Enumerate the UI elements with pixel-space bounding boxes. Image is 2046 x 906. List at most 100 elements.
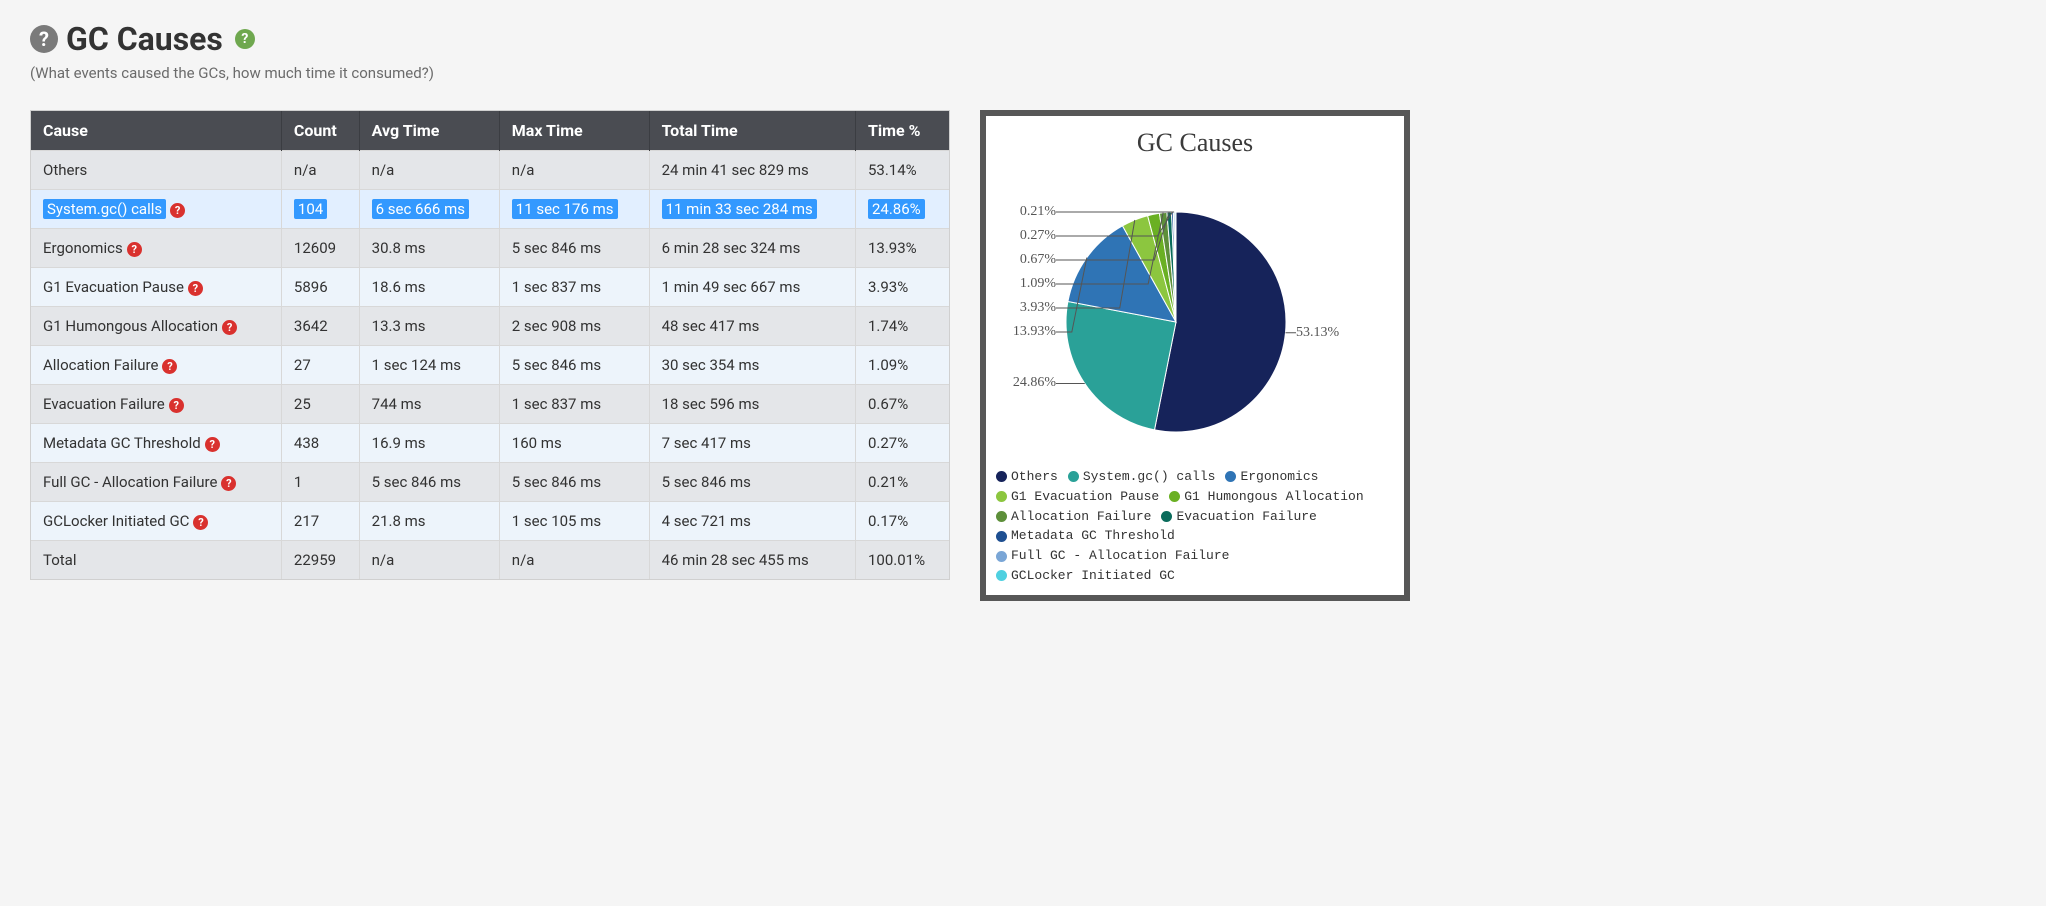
legend-label: Ergonomics [1240,468,1318,486]
cell-max: 11 sec 176 ms [499,190,649,229]
row-help-icon[interactable]: ? [162,359,177,374]
table-row[interactable]: Othersn/an/an/a24 min 41 sec 829 ms53.14… [31,151,949,190]
col-total-time[interactable]: Total Time [649,111,855,151]
cell-avg: 744 ms [359,385,499,424]
cell-pct: 0.67% [855,385,949,424]
legend-swatch [996,471,1007,482]
slice-label: 13.93% [1013,324,1056,340]
legend-item[interactable]: Metadata GC Threshold [996,527,1175,545]
legend-label: Others [1011,468,1058,486]
section-help-icon[interactable]: ? [235,29,255,49]
selected-text: 11 min 33 sec 284 ms [662,199,817,219]
cell-total: 11 min 33 sec 284 ms [649,190,855,229]
legend-label: Metadata GC Threshold [1011,527,1175,545]
cell-count: 27 [281,346,359,385]
cell-total: 18 sec 596 ms [649,385,855,424]
col-max-time[interactable]: Max Time [499,111,649,151]
legend-item[interactable]: System.gc() calls [1068,468,1216,486]
cell-avg: n/a [359,151,499,190]
legend-label: G1 Evacuation Pause [1011,488,1159,506]
cell-total: 46 min 28 sec 455 ms [649,541,855,580]
page-title: GC Causes [66,20,223,58]
row-help-icon[interactable]: ? [222,320,237,335]
cell-max: 5 sec 846 ms [499,463,649,502]
row-help-icon[interactable]: ? [127,242,142,257]
cell-cause: Ergonomics? [31,229,281,268]
row-help-icon[interactable]: ? [188,281,203,296]
row-help-icon[interactable]: ? [193,515,208,530]
col-time-[interactable]: Time % [855,111,949,151]
row-help-icon[interactable]: ? [205,437,220,452]
legend-swatch [1169,491,1180,502]
legend-label: Evacuation Failure [1176,508,1316,526]
legend-item[interactable]: G1 Evacuation Pause [996,488,1159,506]
legend-item[interactable]: Ergonomics [1225,468,1318,486]
selected-text: 24.86% [868,199,925,219]
col-count[interactable]: Count [281,111,359,151]
legend-swatch [996,531,1007,542]
cell-pct: 53.14% [855,151,949,190]
table-row[interactable]: Evacuation Failure?25744 ms1 sec 837 ms1… [31,385,949,424]
selected-text: System.gc() calls [43,199,166,219]
col-avg-time[interactable]: Avg Time [359,111,499,151]
cell-avg: 16.9 ms [359,424,499,463]
table-row[interactable]: GCLocker Initiated GC?21721.8 ms1 sec 10… [31,502,949,541]
chart-title: GC Causes [996,128,1394,158]
cell-cause: Allocation Failure? [31,346,281,385]
cell-max: 2 sec 908 ms [499,307,649,346]
slice-label: 53.13% [1296,325,1339,341]
legend-item[interactable]: Others [996,468,1058,486]
cell-pct: 13.93% [855,229,949,268]
gc-causes-chart: GC Causes 0.21%0.27%0.67%1.09%3.93%13.93… [980,110,1410,601]
legend-label: System.gc() calls [1083,468,1216,486]
cell-count: 25 [281,385,359,424]
table-row[interactable]: System.gc() calls?1046 sec 666 ms11 sec … [31,190,949,229]
cell-cause: System.gc() calls? [31,190,281,229]
cell-total: 48 sec 417 ms [649,307,855,346]
cell-pct: 0.17% [855,502,949,541]
slice-label: 3.93% [1020,300,1056,316]
cell-avg: 1 sec 124 ms [359,346,499,385]
table-row[interactable]: Metadata GC Threshold?43816.9 ms160 ms7 … [31,424,949,463]
legend-item[interactable]: G1 Humongous Allocation [1169,488,1363,506]
slice-label: 1.09% [1020,276,1056,292]
legend-item[interactable]: Allocation Failure [996,508,1151,526]
table-row[interactable]: Allocation Failure?271 sec 124 ms5 sec 8… [31,346,949,385]
legend-item[interactable]: Evacuation Failure [1161,508,1316,526]
cell-pct: 100.01% [855,541,949,580]
cell-count: 104 [281,190,359,229]
col-cause[interactable]: Cause [31,111,281,151]
table-row[interactable]: Total22959n/an/a46 min 28 sec 455 ms100.… [31,541,949,580]
legend-swatch [996,570,1007,581]
cell-avg: n/a [359,541,499,580]
cell-total: 24 min 41 sec 829 ms [649,151,855,190]
help-icon[interactable]: ? [30,25,58,53]
selected-text: 11 sec 176 ms [512,199,618,219]
gc-causes-table: CauseCountAvg TimeMax TimeTotal TimeTime… [30,110,950,580]
row-help-icon[interactable]: ? [221,476,236,491]
slice-label: 24.86% [1013,375,1056,391]
table-row[interactable]: Full GC - Allocation Failure?15 sec 846 … [31,463,949,502]
cell-avg: 30.8 ms [359,229,499,268]
table-row[interactable]: Ergonomics?1260930.8 ms5 sec 846 ms6 min… [31,229,949,268]
cell-pct: 0.21% [855,463,949,502]
cell-max: 1 sec 837 ms [499,385,649,424]
cell-count: n/a [281,151,359,190]
cell-avg: 21.8 ms [359,502,499,541]
legend-swatch [996,511,1007,522]
legend-swatch [996,491,1007,502]
row-help-icon[interactable]: ? [170,203,185,218]
cell-max: n/a [499,541,649,580]
table-row[interactable]: G1 Humongous Allocation?364213.3 ms2 sec… [31,307,949,346]
row-help-icon[interactable]: ? [169,398,184,413]
table-row[interactable]: G1 Evacuation Pause?589618.6 ms1 sec 837… [31,268,949,307]
cell-max: 160 ms [499,424,649,463]
cell-total: 1 min 49 sec 667 ms [649,268,855,307]
legend-swatch [1161,511,1172,522]
cell-avg: 18.6 ms [359,268,499,307]
legend-item[interactable]: Full GC - Allocation Failure [996,547,1229,565]
legend-label: Allocation Failure [1011,508,1151,526]
cell-total: 7 sec 417 ms [649,424,855,463]
cell-max: 5 sec 846 ms [499,229,649,268]
legend-item[interactable]: GCLocker Initiated GC [996,567,1175,585]
